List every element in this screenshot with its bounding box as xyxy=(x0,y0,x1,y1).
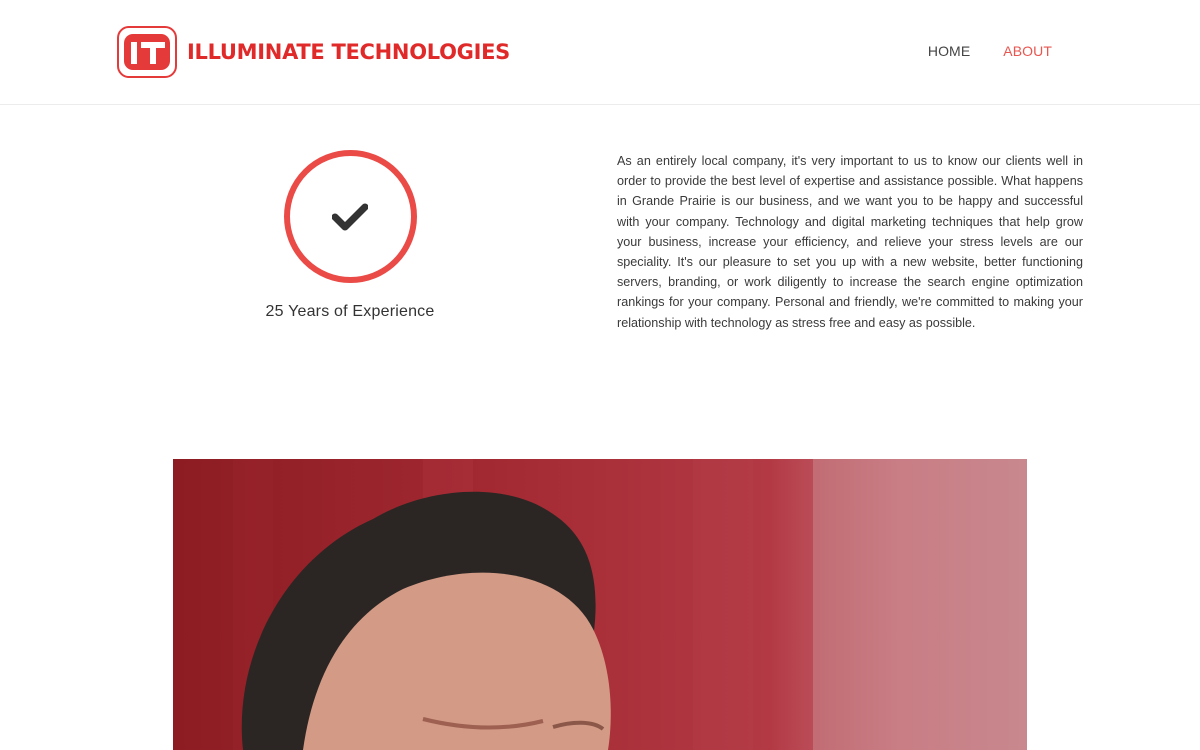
brand-name: ILLUMINATE TECHNOLOGIES xyxy=(187,40,510,64)
about-paragraph: As an entirely local company, it's very … xyxy=(617,154,1083,330)
main-nav: HOME ABOUT xyxy=(928,43,1052,59)
checkmark-icon xyxy=(332,203,368,230)
experience-badge xyxy=(283,150,417,283)
site-header: ILLUMINATE TECHNOLOGIES HOME ABOUT xyxy=(0,0,1200,105)
nav-home-link[interactable]: HOME xyxy=(928,43,970,59)
experience-caption: 25 Years of Experience xyxy=(265,303,435,320)
experience-feature: 25 Years of Experience xyxy=(250,150,450,321)
portrait-photo xyxy=(173,459,1027,750)
logo-mark-icon xyxy=(117,26,177,78)
logo[interactable]: ILLUMINATE TECHNOLOGIES xyxy=(117,26,510,78)
nav-about-link[interactable]: ABOUT xyxy=(1003,43,1052,59)
